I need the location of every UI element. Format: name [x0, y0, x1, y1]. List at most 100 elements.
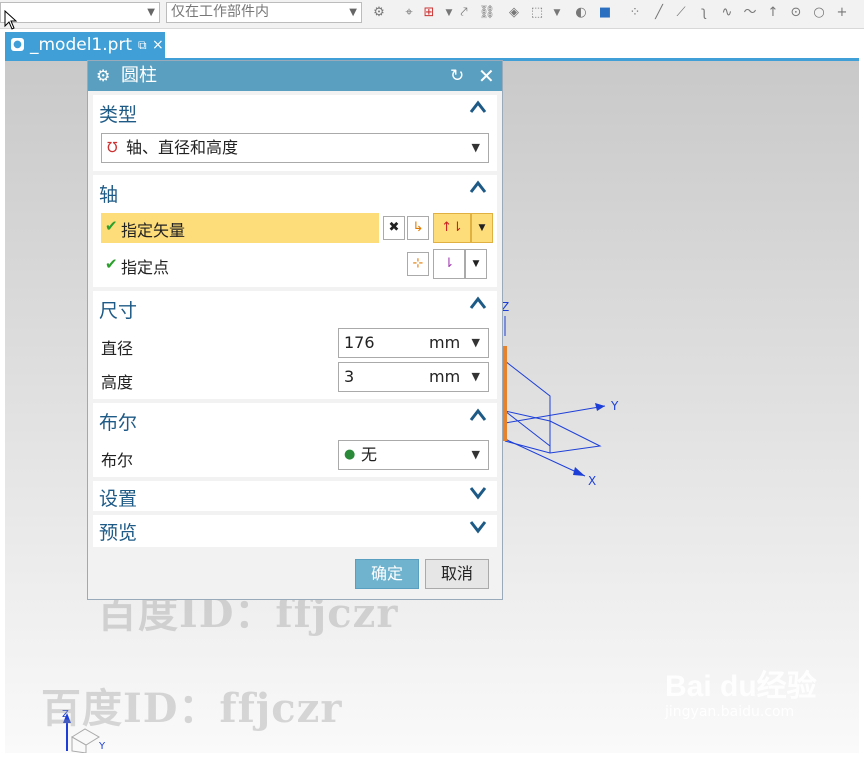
x-axis-label: X [588, 474, 596, 488]
chevron-up-icon[interactable] [469, 295, 487, 311]
spline-icon[interactable]: ∿ [718, 4, 736, 22]
checkmark-icon: ✔ [105, 217, 118, 235]
wave-icon[interactable]: 〜 [741, 4, 759, 22]
diameter-label: 直径 [101, 339, 134, 358]
settings-section[interactable]: 设置 [93, 481, 497, 511]
link-icon[interactable]: ⤤ [455, 4, 473, 22]
height-label: 高度 [101, 373, 134, 392]
chevron-up-icon[interactable] [469, 179, 487, 195]
rectangle-select-icon[interactable]: ⬚ [528, 4, 546, 22]
plus-icon[interactable]: + [833, 4, 851, 22]
circle-point-icon[interactable]: ⊙ [787, 4, 805, 22]
section-heading: 尺寸 [99, 300, 138, 322]
chevron-down-icon: ▼ [471, 141, 480, 154]
section-heading: 布尔 [99, 412, 138, 434]
specify-point-label: 指定点 [121, 258, 170, 277]
chevron-down-icon: ▼ [349, 7, 357, 18]
dropdown-icon[interactable]: ▼ [548, 4, 566, 22]
vector-preview [503, 346, 507, 441]
boolean-select[interactable]: ● 无 ▼ [338, 440, 489, 470]
chevron-down-icon[interactable]: ▼ [472, 363, 480, 391]
boolean-label: 布尔 [101, 451, 134, 470]
document-tab-strip: ● _model1.prt ⧉ × [5, 30, 859, 61]
type-select[interactable]: ℧ 轴、直径和高度 ▼ [101, 133, 489, 163]
chevron-down-icon[interactable]: ▼ [472, 329, 480, 357]
circle-icon[interactable]: ○ [810, 4, 828, 22]
specify-vector-label: 指定矢量 [121, 221, 186, 240]
restore-icon[interactable]: ⧉ [138, 32, 147, 58]
selection-scope-value: 仅在工作部件内 [171, 4, 269, 20]
point-type-icon[interactable]: ⇂ [433, 249, 465, 279]
type-select-value: 轴、直径和高度 [126, 138, 239, 157]
cancel-button[interactable]: 取消 [425, 559, 489, 589]
diameter-unit: mm [429, 333, 461, 352]
line-icon[interactable]: ╱ [650, 4, 668, 22]
document-tab[interactable]: ● _model1.prt ⧉ × [5, 32, 165, 58]
vector-type-icon[interactable]: ↑⇂ [433, 213, 471, 243]
datum-plane-xz [504, 360, 551, 448]
chevron-up-icon[interactable] [469, 99, 487, 115]
selection-type-select[interactable]: ▼ [0, 2, 160, 23]
chevron-down-icon[interactable] [469, 485, 487, 501]
baidu-url: jingyan.baidu.com [665, 704, 795, 720]
chevron-down-icon[interactable] [469, 519, 487, 535]
diameter-value: 176 [344, 333, 375, 352]
part-file-icon: ● [11, 38, 24, 51]
triad-y-label: Y [98, 741, 106, 752]
cylinder-dialog: ⚙ 圆柱 ↻ ✕ 类型 ℧ 轴、直径和高度 ▼ 轴 ✔ 指定矢量 ✖ ↳ ↑⇂ … [87, 60, 503, 600]
preview-section[interactable]: 预览 [93, 515, 497, 547]
axis-section: 轴 ✔ 指定矢量 ✖ ↳ ↑⇂ ▼ ✔ 指定点 ⊹ ⇂ ▼ [93, 175, 497, 287]
filter-icon[interactable]: ⚙ [370, 4, 388, 22]
section-heading: 设置 [99, 488, 138, 510]
reverse-direction-icon[interactable]: ✖ [383, 216, 405, 240]
chevron-down-icon: ▼ [471, 448, 480, 461]
ok-button[interactable]: 确定 [355, 559, 419, 589]
section-heading: 预览 [99, 522, 138, 544]
watermark-text: 百度ID：ffjczr [41, 685, 343, 732]
dialog-title: 圆柱 [121, 65, 157, 86]
section-heading: 轴 [99, 184, 119, 206]
height-value: 3 [344, 367, 355, 386]
baidu-logo: Bai du经验 [665, 670, 817, 703]
top-toolbar: ▼ 仅在工作部件内 ▼ ⚙ ⌖ ⊞ ▼ ⤤ ⛓ ◈ ⬚ ▼ ◐ ■ ⁘ ╱ ⟋ … [0, 0, 864, 29]
solid-box-icon[interactable]: ■ [596, 4, 614, 22]
vector-dialog-icon[interactable]: ↳ [407, 216, 429, 240]
component-icon[interactable]: ◈ [505, 4, 523, 22]
dialog-title-bar[interactable]: ⚙ 圆柱 ↻ ✕ [88, 61, 502, 91]
dimensions-section: 尺寸 直径 176 mm ▼ 高度 3 mm ▼ [93, 291, 497, 399]
point-dropdown[interactable]: ▼ [465, 249, 487, 279]
gear-icon[interactable]: ⚙ [96, 61, 110, 91]
arrow-up-icon[interactable]: ↑ [764, 4, 782, 22]
section-heading: 类型 [99, 104, 138, 126]
cylinder-type-icon: ℧ [107, 140, 118, 156]
y-axis-label: Y [610, 399, 619, 413]
point-dialog-icon[interactable]: ⊹ [407, 252, 429, 276]
reset-icon[interactable]: ↻ [450, 61, 464, 91]
view-icon[interactable]: ◐ [572, 4, 590, 22]
boolean-select-value: 无 [361, 445, 378, 464]
x-axis-line [504, 438, 586, 477]
line-segment-icon[interactable]: ⟋ [672, 4, 690, 22]
vector-dropdown[interactable]: ▼ [471, 213, 493, 243]
datum-plane-xy [504, 410, 602, 454]
height-input[interactable]: 3 mm ▼ [338, 362, 489, 392]
selection-scope-select[interactable]: 仅在工作部件内 ▼ [166, 2, 362, 23]
assembly-icon[interactable]: ⛓ [478, 4, 496, 22]
specify-vector-row[interactable]: ✔ 指定矢量 [101, 213, 379, 243]
close-icon[interactable]: × [152, 32, 164, 58]
diameter-input[interactable]: 176 mm ▼ [338, 328, 489, 358]
chevron-up-icon[interactable] [469, 407, 487, 423]
checkmark-icon: ✔ [105, 255, 118, 273]
chevron-down-icon: ▼ [147, 7, 155, 18]
curve-icon[interactable]: ʅ [695, 4, 713, 22]
boolean-none-icon: ● [344, 447, 356, 462]
point-cloud-icon[interactable]: ⁘ [626, 4, 644, 22]
mouse-pointer-icon [4, 10, 18, 30]
height-unit: mm [429, 367, 461, 386]
snap-icon[interactable]: ⌖ [400, 4, 418, 22]
boolean-section: 布尔 布尔 ● 无 ▼ [93, 403, 497, 477]
document-tab-label: _model1.prt [30, 35, 133, 55]
type-section: 类型 ℧ 轴、直径和高度 ▼ [93, 95, 497, 171]
select-add-icon[interactable]: ⊞ [420, 4, 438, 22]
close-icon[interactable]: ✕ [478, 61, 495, 91]
